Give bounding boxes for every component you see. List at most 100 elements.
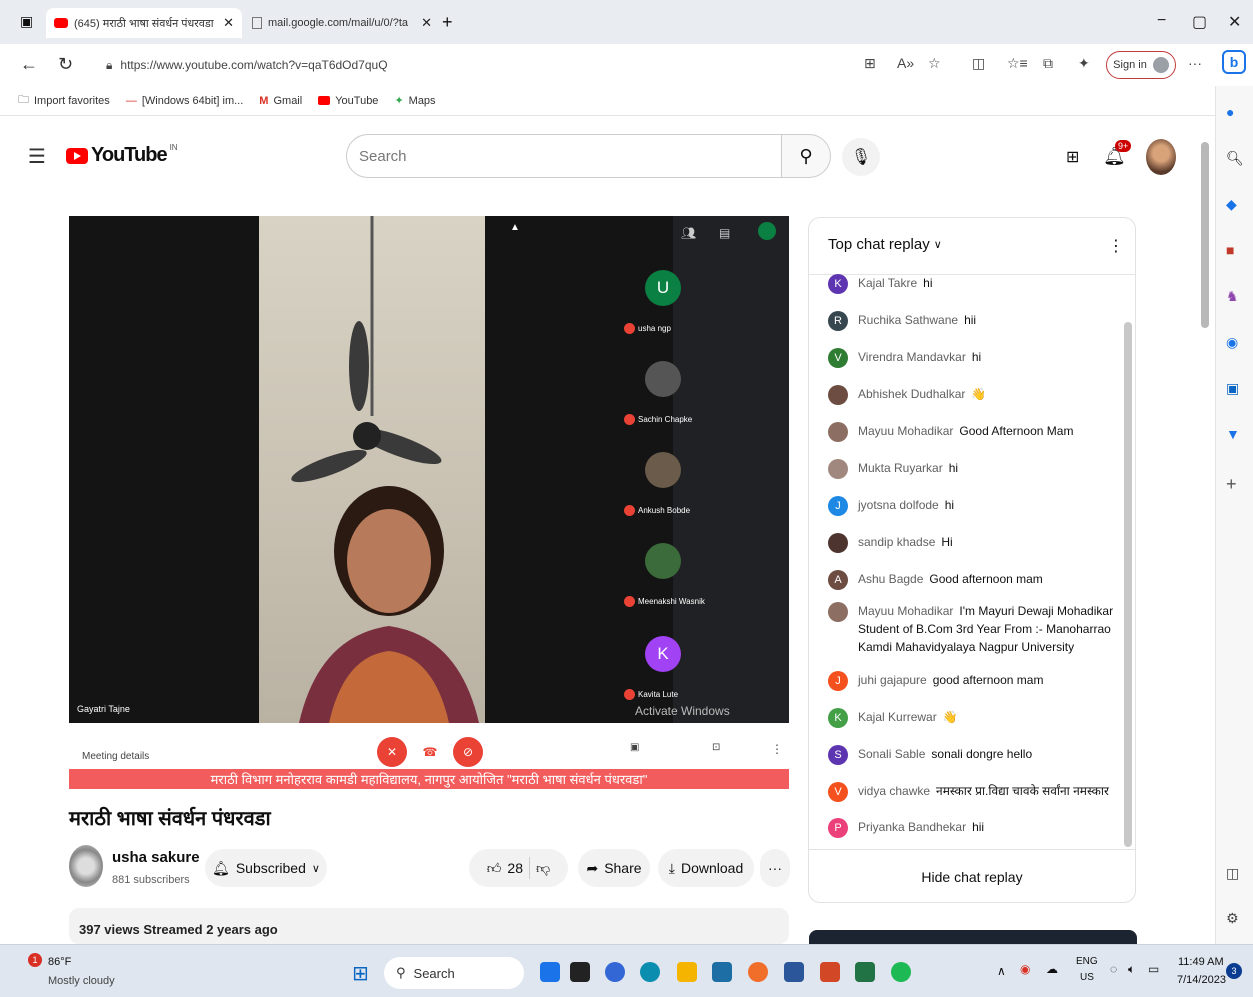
chat-author-avatar[interactable] (828, 385, 848, 405)
close-window-icon[interactable]: ✕ (1228, 12, 1241, 32)
chat-author-name[interactable]: jyotsna dolfode (858, 498, 939, 512)
channel-name[interactable]: usha sakure (112, 849, 200, 866)
like-button[interactable]: 👍︎ 28 (487, 860, 523, 877)
chat-author-avatar[interactable]: V (828, 782, 848, 802)
youtube-logo[interactable]: YouTube IN (66, 143, 178, 167)
folder-app-icon[interactable] (677, 962, 697, 982)
chat-scrollbar[interactable] (1124, 322, 1132, 847)
wifi-icon[interactable]: ◌ (1110, 962, 1117, 976)
chat-author-avatar[interactable]: K (828, 274, 848, 294)
channel-avatar[interactable] (69, 845, 103, 887)
chat-author-avatar[interactable]: J (828, 496, 848, 516)
maximize-icon[interactable]: ▢ (1192, 12, 1207, 32)
dislike-button-icon[interactable]: 👎︎ (536, 860, 550, 877)
video-player[interactable]: 👥︎ ▤ ▲ Gayatri Tajne Activate Windows (69, 216, 789, 723)
excel-icon[interactable] (855, 962, 875, 982)
settings-gear-icon[interactable]: ⚙ (1226, 910, 1239, 927)
chat-author-name[interactable]: juhi gajapure (858, 673, 927, 687)
app-available-icon[interactable]: ⊞ (864, 55, 876, 72)
sidebar-toggle-icon[interactable]: ◫ (1226, 865, 1239, 882)
search-button[interactable]: ⚲ (781, 134, 831, 178)
chat-author-avatar[interactable]: A (828, 570, 848, 590)
chat-author-avatar[interactable]: P (828, 818, 848, 838)
split-screen-icon[interactable]: ◫ (972, 55, 985, 72)
new-tab-icon[interactable]: + (442, 12, 453, 33)
chat-author-avatar[interactable]: R (828, 311, 848, 331)
account-avatar[interactable] (1146, 139, 1176, 175)
chat-author-avatar[interactable]: V (828, 348, 848, 368)
chrome-icon[interactable] (748, 962, 768, 982)
chat-author-avatar[interactable]: S (828, 745, 848, 765)
briefcase-icon[interactable]: ■ (1226, 242, 1234, 258)
chat-author-name[interactable]: Mayuu Mohadikar (858, 604, 953, 618)
chat-author-avatar[interactable] (828, 602, 848, 622)
tab-actions-icon[interactable]: ▣ (20, 13, 33, 30)
chevron-up-icon[interactable]: ∧ (997, 964, 1006, 978)
edge-icon[interactable] (640, 962, 660, 982)
url-bar[interactable]: 🔒︎ https://www.youtube.com/watch?v=qaT6d… (100, 52, 860, 78)
file-explorer-icon[interactable] (570, 962, 590, 982)
windows-start-icon[interactable]: ⊞ (352, 961, 369, 986)
hamburger-menu-icon[interactable]: ☰ (28, 144, 46, 169)
games-icon[interactable]: ♞ (1226, 288, 1239, 305)
import-favorites-link[interactable]: 🗀︎ Import favorites (18, 91, 110, 110)
chat-author-avatar[interactable] (828, 533, 848, 553)
tab-gmail[interactable]: mail.google.com/mail/u/0/?tab= ✕ (244, 8, 440, 38)
spotify-icon[interactable] (891, 962, 911, 982)
youtube-favorite-link[interactable]: YouTube (318, 95, 378, 107)
clock-time[interactable]: 11:49 AM (1178, 956, 1224, 968)
language-code[interactable]: ENG (1076, 956, 1098, 967)
teams-icon[interactable] (605, 962, 625, 982)
chat-author-avatar[interactable]: K (828, 708, 848, 728)
bell-icon[interactable]: ● (1226, 104, 1234, 120)
taskbar-search[interactable]: ⚲ Search (384, 957, 524, 989)
chat-author-avatar[interactable] (828, 422, 848, 442)
chat-author-name[interactable]: Ashu Bagde (858, 572, 923, 586)
close-tab-icon[interactable]: ✕ (223, 15, 234, 31)
subscribed-button[interactable]: 🔔︎ Subscribed ∨ (205, 849, 327, 887)
word-icon[interactable] (784, 962, 804, 982)
cloud-icon[interactable]: ☁ (1046, 962, 1058, 976)
chat-author-name[interactable]: Ruchika Sathwane (858, 313, 958, 327)
tag-icon[interactable]: ◆ (1226, 196, 1237, 213)
search-sidebar-icon[interactable]: 🔍︎ (1226, 150, 1244, 167)
maps-favorite-link[interactable]: ✦ Maps (394, 94, 435, 108)
chat-author-name[interactable]: Kajal Kurrewar (858, 710, 937, 724)
share-button[interactable]: ➦ Share (578, 849, 650, 887)
speaker-icon[interactable]: 🔈︎ (1128, 962, 1135, 977)
more-menu-icon[interactable]: ··· (1188, 55, 1202, 71)
read-aloud-icon[interactable]: A» (897, 55, 914, 71)
tray-app-icon[interactable]: ◉ (1020, 962, 1030, 976)
chat-author-name[interactable]: Priyanka Bandhekar (858, 820, 966, 834)
gmail-favorite-link[interactable]: M Gmail (259, 95, 302, 107)
tab-youtube[interactable]: (645) मराठी भाषा संवर्धन पंधरवडा - ✕ (46, 8, 242, 38)
chat-author-name[interactable]: Abhishek Dudhalkar (858, 387, 965, 401)
download-button[interactable]: ⤓ Download (658, 849, 754, 887)
chat-author-name[interactable]: Sonali Sable (858, 747, 925, 761)
notification-center-badge[interactable]: 3 (1226, 963, 1242, 979)
more-actions-button[interactable]: ··· (760, 849, 790, 887)
chat-author-name[interactable]: Mayuu Mohadikar (858, 424, 953, 438)
weather-temp[interactable]: 86°F (48, 956, 71, 968)
drop-icon[interactable]: ▼ (1226, 426, 1240, 442)
chat-author-name[interactable]: Kajal Takre (858, 276, 917, 290)
voice-search-button[interactable]: 🎙︎ (842, 138, 880, 176)
m365-icon[interactable]: ◉ (1226, 334, 1238, 351)
page-scrollbar[interactable] (1201, 142, 1209, 328)
extensions-icon[interactable]: ✦ (1078, 55, 1090, 72)
chat-author-avatar[interactable] (828, 459, 848, 479)
outlook-icon[interactable]: ▣ (1226, 380, 1239, 397)
chat-author-name[interactable]: Mukta Ruyarkar (858, 461, 943, 475)
search-input[interactable]: Search (346, 134, 782, 178)
chat-author-name[interactable]: vidya chawke (858, 784, 930, 798)
bing-app-icon[interactable] (540, 962, 560, 982)
create-video-icon[interactable]: ⊞ (1066, 147, 1079, 167)
chat-author-avatar[interactable]: J (828, 671, 848, 691)
windows-favorite-link[interactable]: — [Windows 64bit] im... (126, 95, 243, 107)
add-sidebar-icon[interactable]: + (1226, 474, 1237, 495)
powerpoint-icon[interactable] (820, 962, 840, 982)
chat-author-name[interactable]: Virendra Mandavkar (858, 350, 966, 364)
minimize-icon[interactable]: − (1157, 12, 1166, 30)
favorite-star-icon[interactable]: ☆ (928, 55, 941, 72)
bing-copilot-icon[interactable]: b (1222, 50, 1246, 74)
